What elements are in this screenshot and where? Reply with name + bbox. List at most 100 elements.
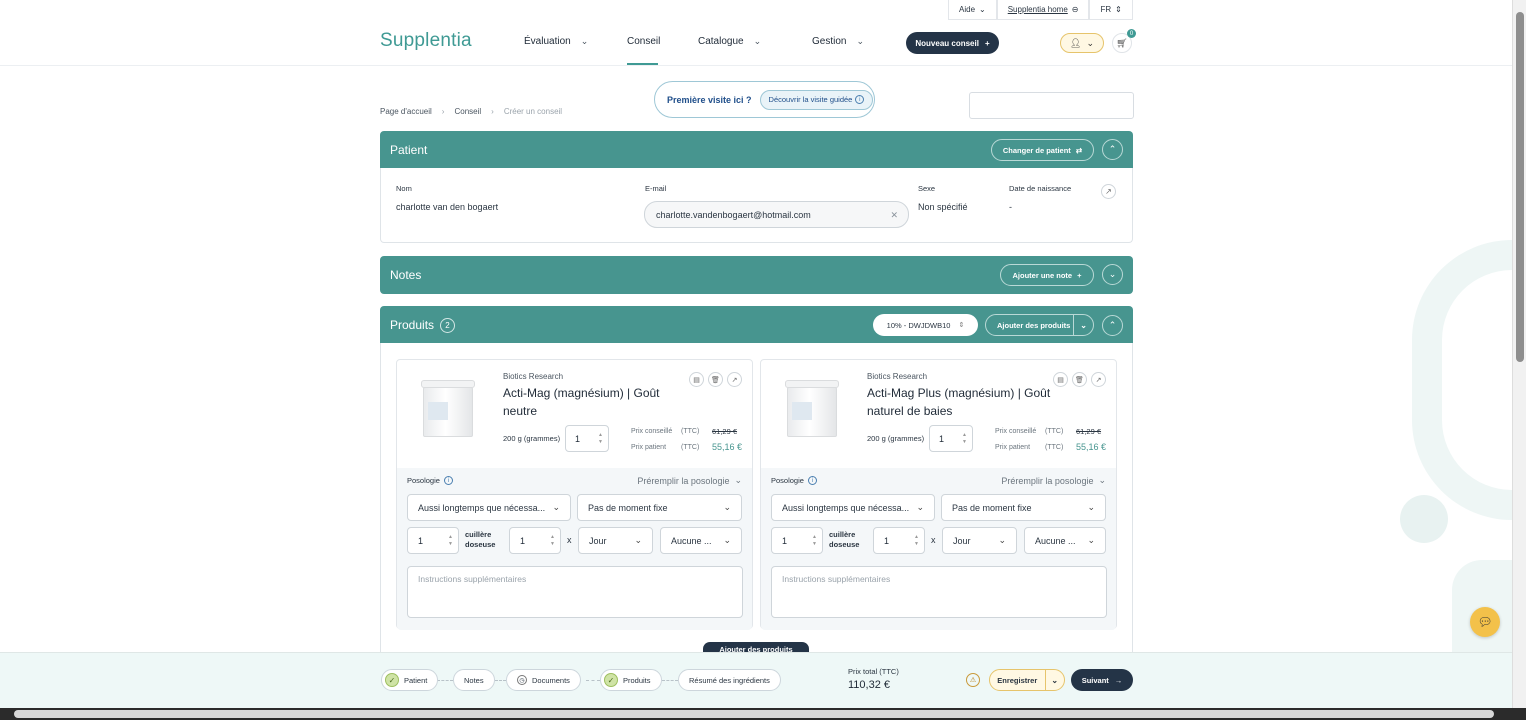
next-button[interactable]: Suivant → [1071, 669, 1133, 691]
step-documents[interactable]: ◷ Documents [506, 669, 581, 691]
chevron-down-icon: ⌄ [1086, 37, 1094, 48]
user-menu-button[interactable]: 👤︎ ⌄ [1060, 33, 1104, 53]
next-label: Suivant [1081, 675, 1109, 685]
frequency-stepper[interactable]: 1 ▲ ▼ [509, 527, 561, 554]
duration-value: Aussi longtemps que nécessa... [418, 502, 546, 513]
stepper-arrows-icon[interactable]: ▲ ▼ [550, 534, 555, 548]
decorative-dot [1400, 495, 1448, 543]
save-button[interactable]: Enregistrer ⌄ [989, 669, 1065, 691]
collapse-products-button[interactable]: ⌃ [1102, 315, 1123, 336]
guided-tour-button[interactable]: Découvrir la visite guidée i [759, 89, 874, 110]
stepper-arrows-icon[interactable]: ▲ ▼ [598, 432, 603, 446]
language-select[interactable]: FR ⇕ [1089, 0, 1133, 20]
other-select[interactable]: Aucune ... ⌄ [660, 527, 742, 554]
nav-catalogue[interactable]: Catalogue ⌄ [698, 36, 761, 47]
frequency-stepper[interactable]: 1 ▲ ▼ [873, 527, 925, 554]
add-products-button[interactable]: Ajouter des produits ⌄ [985, 314, 1094, 336]
collapse-patient-button[interactable]: ⌃ [1102, 139, 1123, 160]
document-icon[interactable]: ▤ [1053, 372, 1068, 387]
posology-label: Posologie [771, 476, 804, 485]
horizontal-scrollbar[interactable] [0, 708, 1526, 720]
nav-gestion[interactable]: Gestion ⌄ [812, 36, 864, 47]
email-field[interactable]: charlotte.vandenbogaert@hotmail.com ✕ [644, 201, 909, 228]
step-connector [586, 680, 600, 681]
breadcrumb-home[interactable]: Page d'accueil [380, 107, 432, 116]
email-label: E-mail [645, 184, 667, 193]
chevron-up-icon: ⌃ [1108, 144, 1117, 154]
chat-icon[interactable]: 💬︎ [1470, 607, 1500, 637]
delete-icon[interactable]: 🗑︎ [1072, 372, 1087, 387]
period-select[interactable]: Jour ⌄ [578, 527, 653, 554]
scrollbar-thumb[interactable] [14, 710, 1494, 718]
product-name[interactable]: Acti-Mag Plus (magnésium) | Goût naturel… [867, 384, 1057, 420]
stepper-arrows-icon[interactable]: ▲ ▼ [962, 432, 967, 446]
prefill-posology-dropdown[interactable]: Préremplir la posologie ⌄ [637, 475, 742, 486]
open-patient-icon[interactable]: ↗ [1101, 184, 1116, 199]
product-actions: ▤ 🗑︎ ↗ [1053, 372, 1106, 387]
dose-quantity-value: 1 [782, 535, 788, 546]
close-icon[interactable]: ✕ [890, 210, 898, 221]
product-brand: Biotics Research [503, 372, 564, 381]
nav-label: Catalogue [698, 36, 744, 47]
nav-evaluation[interactable]: Évaluation ⌄ [524, 36, 588, 47]
arrow-right-icon: → [1114, 675, 1123, 685]
moment-select[interactable]: Pas de moment fixe ⌄ [941, 494, 1106, 521]
info-icon[interactable]: i [807, 476, 817, 485]
add-note-button[interactable]: Ajouter une note + [1000, 264, 1094, 286]
chevron-down-icon: ⌄ [856, 36, 865, 46]
instructions-textarea[interactable]: Instructions supplémentaires [771, 566, 1107, 618]
products-count-badge: 2 [440, 317, 456, 333]
duration-value: Aussi longtemps que nécessa... [782, 502, 910, 513]
dose-quantity-stepper[interactable]: 1 ▲ ▼ [771, 527, 823, 554]
step-notes[interactable]: Notes [453, 669, 495, 691]
breadcrumb-current: Créer un conseil [503, 107, 563, 116]
period-select[interactable]: Jour ⌄ [942, 527, 1017, 554]
duration-select[interactable]: Aussi longtemps que nécessa... ⌄ [771, 494, 935, 521]
step-connector [662, 680, 678, 681]
coupon-select[interactable]: 10% - DWJDWB10 ⇕ [873, 314, 978, 336]
nav-conseil[interactable]: Conseil [627, 36, 660, 47]
product-name[interactable]: Acti-Mag (magnésium) | Goût neutre [503, 384, 693, 420]
step-produits[interactable]: ✓ Produits [600, 669, 662, 691]
product-card-top: Biotics Research Acti-Mag (magnésium) | … [397, 360, 752, 468]
scrollbar-thumb[interactable] [1516, 12, 1524, 362]
open-link-icon[interactable]: ↗ [1091, 372, 1106, 387]
step-ingredients-summary[interactable]: Résumé des ingrédients [678, 669, 781, 691]
utility-bar: Aide ⌄ Supplentia home ⊖ FR ⇕ [948, 0, 1133, 20]
search-input[interactable] [969, 92, 1134, 119]
step-patient[interactable]: ✓ Patient [381, 669, 439, 691]
moment-select[interactable]: Pas de moment fixe ⌄ [577, 494, 742, 521]
info-icon[interactable]: i [443, 476, 453, 485]
chevron-down-icon[interactable]: ⌄ [1044, 670, 1065, 690]
stepper-arrows-icon[interactable]: ▲ ▼ [812, 534, 817, 548]
stepper-arrows-icon[interactable]: ▲ ▼ [914, 534, 919, 548]
warning-icon[interactable]: ⚠ [966, 673, 980, 687]
stepper-arrows-icon[interactable]: ▲ ▼ [448, 534, 453, 548]
logo[interactable]: Supplentia [380, 30, 472, 52]
instructions-textarea[interactable]: Instructions supplémentaires [407, 566, 743, 618]
help-menu[interactable]: Aide ⌄ [948, 0, 997, 20]
chevron-down-icon: ⌄ [753, 36, 762, 46]
delete-icon[interactable]: 🗑︎ [708, 372, 723, 387]
chevron-down-icon: ⌄ [1098, 475, 1106, 485]
supplentia-home-link[interactable]: Supplentia home ⊖ [996, 0, 1090, 20]
expand-notes-button[interactable]: ⌄ [1102, 264, 1123, 285]
home-label: Supplentia home [1007, 5, 1068, 14]
document-icon[interactable]: ▤ [689, 372, 704, 387]
other-select[interactable]: Aucune ... ⌄ [1024, 527, 1106, 554]
chevron-down-icon[interactable]: ⌄ [1073, 315, 1093, 335]
section-title: Patient [390, 143, 428, 157]
new-conseil-button[interactable]: Nouveau conseil + [906, 32, 999, 54]
dose-quantity-stepper[interactable]: 1 ▲ ▼ [407, 527, 459, 554]
open-link-icon[interactable]: ↗ [727, 372, 742, 387]
times-label: x [931, 535, 936, 545]
quantity-stepper[interactable]: 1 ▲ ▼ [565, 425, 609, 452]
other-value: Aucune ... [1035, 535, 1076, 546]
nav-active-indicator [627, 63, 658, 65]
change-patient-button[interactable]: Changer de patient ⇄ [991, 139, 1094, 161]
vertical-scrollbar[interactable] [1512, 0, 1526, 708]
prefill-posology-dropdown[interactable]: Préremplir la posologie ⌄ [1001, 475, 1106, 486]
duration-select[interactable]: Aussi longtemps que nécessa... ⌄ [407, 494, 571, 521]
breadcrumb-conseil[interactable]: Conseil [454, 107, 481, 116]
quantity-stepper[interactable]: 1 ▲ ▼ [929, 425, 973, 452]
